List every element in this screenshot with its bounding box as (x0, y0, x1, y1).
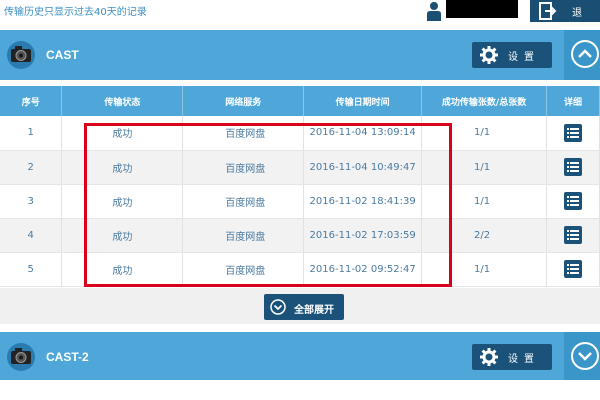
col-service: 网络服务 (182, 86, 305, 116)
row-datetime: 2016-11-02 17:03:59 (303, 218, 423, 253)
settings-button[interactable]: 设置 (472, 42, 552, 68)
settings-button[interactable]: 设置 (472, 344, 552, 370)
row-index: 4 (0, 218, 63, 253)
settings-label: 设置 (508, 354, 540, 365)
table-row: 2 成功 百度网盘 2016-11-04 10:49:47 1/1 (0, 150, 600, 185)
row-detail-cell (546, 184, 600, 219)
row-ratio: 2/2 (421, 218, 547, 253)
row-status: 成功 (61, 116, 184, 151)
table-row: 3 成功 百度网盘 2016-11-02 18:41:39 1/1 (0, 184, 600, 219)
expand-toggle[interactable] (564, 332, 600, 382)
bottom-strip (0, 380, 600, 400)
user-name-redacted (446, 0, 518, 18)
table-row: 1 成功 百度网盘 2016-11-04 13:09:14 1/1 (0, 116, 600, 151)
chevron-down-circle-icon (270, 299, 286, 315)
row-datetime: 2016-11-02 09:52:47 (303, 252, 423, 287)
col-datetime: 传输日期时间 (303, 86, 423, 116)
row-service: 百度网盘 (182, 184, 305, 219)
row-index: 5 (0, 252, 63, 287)
table-row: 4 成功 百度网盘 2016-11-02 17:03:59 2/2 (0, 218, 600, 253)
row-status: 成功 (61, 252, 184, 287)
detail-list-icon[interactable] (564, 192, 582, 210)
detail-list-icon[interactable] (564, 226, 582, 244)
row-ratio: 1/1 (421, 150, 547, 185)
detail-list-icon[interactable] (564, 123, 582, 142)
section-header-cast-2: CAST-2 设置 (0, 332, 600, 382)
row-status: 成功 (61, 184, 184, 219)
row-ratio: 1/1 (421, 184, 547, 219)
row-service: 百度网盘 (182, 218, 305, 253)
row-detail-cell (546, 116, 600, 151)
col-detail: 详细 (546, 86, 600, 116)
top-bar: 传输历史只显示过去40天的记录 退出 (0, 0, 600, 34)
table-row: 5 成功 百度网盘 2016-11-02 09:52:47 1/1 (0, 252, 600, 287)
row-index: 1 (0, 116, 63, 151)
chevron-down-icon (571, 342, 599, 370)
history-notice: 传输历史只显示过去40天的记录 (4, 7, 147, 18)
detail-list-icon[interactable] (564, 260, 582, 278)
row-datetime: 2016-11-04 10:49:47 (303, 150, 423, 185)
row-index: 3 (0, 184, 63, 219)
row-status: 成功 (61, 150, 184, 185)
user-icon (427, 2, 441, 21)
section-title: CAST (46, 48, 79, 62)
row-service: 百度网盘 (182, 252, 305, 287)
exit-icon (539, 2, 557, 20)
row-index: 2 (0, 150, 63, 185)
row-service: 百度网盘 (182, 150, 305, 185)
camera-icon (7, 343, 35, 371)
table-header-row: 序号 传输状态 网络服务 传输日期时间 成功传输张数/总张数 详细 (0, 86, 600, 116)
row-ratio: 1/1 (421, 252, 547, 287)
gear-icon (480, 348, 498, 366)
row-service: 百度网盘 (182, 116, 305, 151)
row-detail-cell (546, 252, 600, 287)
gear-icon (480, 46, 498, 64)
chevron-up-icon (571, 40, 599, 68)
expand-all-label: 全部展开 (294, 305, 334, 316)
settings-label: 设置 (508, 52, 540, 63)
col-status: 传输状态 (61, 86, 184, 116)
col-ratio: 成功传输张数/总张数 (421, 86, 547, 116)
collapse-toggle[interactable] (564, 30, 600, 80)
detail-list-icon[interactable] (564, 158, 582, 176)
camera-icon (7, 41, 35, 69)
transfer-history-table: 序号 传输状态 网络服务 传输日期时间 成功传输张数/总张数 详细 1 成功 百… (0, 86, 600, 287)
row-datetime: 2016-11-04 13:09:14 (303, 116, 423, 151)
exit-button[interactable]: 退出 (530, 0, 600, 34)
row-datetime: 2016-11-02 18:41:39 (303, 184, 423, 219)
row-detail-cell (546, 218, 600, 253)
expand-all-button[interactable]: 全部展开 (264, 294, 344, 320)
row-status: 成功 (61, 218, 184, 253)
section-title: CAST-2 (46, 350, 89, 364)
row-detail-cell (546, 150, 600, 185)
section-header-cast: CAST 设置 (0, 30, 600, 80)
row-ratio: 1/1 (421, 116, 547, 151)
col-index: 序号 (0, 86, 63, 116)
